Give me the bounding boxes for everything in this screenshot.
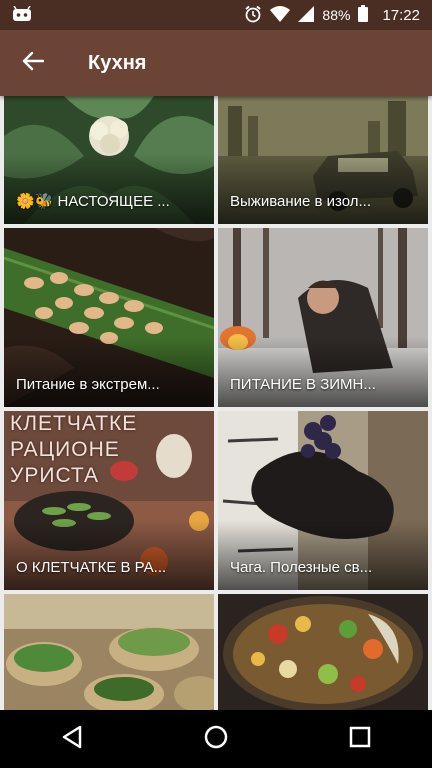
article-tile[interactable]: [218, 594, 428, 710]
article-tile[interactable]: Выживание в изол...: [218, 96, 428, 224]
tile-caption: Выживание в изол...: [230, 193, 372, 210]
arrow-left-icon: [22, 51, 45, 76]
article-tile[interactable]: ПИТАНИЕ В ЗИМН...: [218, 228, 428, 407]
tile-caption: ПИТАНИЕ В ЗИМН...: [230, 376, 376, 393]
article-tile[interactable]: Чага. Полезные св...: [218, 411, 428, 590]
triangle-back-icon: [61, 725, 83, 754]
nav-back-button[interactable]: [32, 710, 112, 768]
article-tile[interactable]: 🌼🐝 НАСТОЯЩЕЕ ...: [4, 96, 214, 224]
page-title: Кухня: [88, 51, 147, 74]
square-recents-icon: [349, 726, 371, 753]
nav-recents-button[interactable]: [320, 710, 400, 768]
android-debug-icon: [12, 5, 32, 25]
signal-icon: [298, 5, 315, 25]
battery-percent: 88%: [322, 7, 351, 23]
clock: 17:22: [382, 6, 420, 24]
nav-home-button[interactable]: [176, 710, 256, 768]
circle-home-icon: [204, 725, 228, 754]
image-overlay-text: КЛЕТЧАТКЕ РАЦИОНЕ УРИСТА: [10, 412, 138, 487]
soup-image: [218, 594, 428, 710]
navigation-bar: [0, 710, 432, 768]
tile-caption: Питание в экстрем...: [16, 376, 160, 393]
herbs-image: [4, 594, 214, 710]
tile-caption: Чага. Полезные св...: [230, 559, 373, 576]
article-grid[interactable]: 🌼🐝 НАСТОЯЩЕЕ ... Выживание в изол... Пит…: [0, 96, 432, 710]
article-tile[interactable]: Питание в экстрем...: [4, 228, 214, 407]
app-bar: Кухня: [0, 30, 432, 96]
tile-caption: О КЛЕТЧАТКЕ В РА...: [16, 559, 167, 576]
article-tile[interactable]: КЛЕТЧАТКЕ РАЦИОНЕ УРИСТА О КЛЕТЧАТКЕ В Р…: [4, 411, 214, 590]
back-button[interactable]: [0, 30, 66, 96]
status-bar: 88% 17:22: [0, 0, 432, 30]
battery-icon: [358, 5, 369, 25]
alarm-icon: [244, 5, 262, 26]
wifi-icon: [270, 5, 291, 25]
tile-caption: 🌼🐝 НАСТОЯЩЕЕ ...: [16, 193, 170, 210]
article-tile[interactable]: [4, 594, 214, 710]
